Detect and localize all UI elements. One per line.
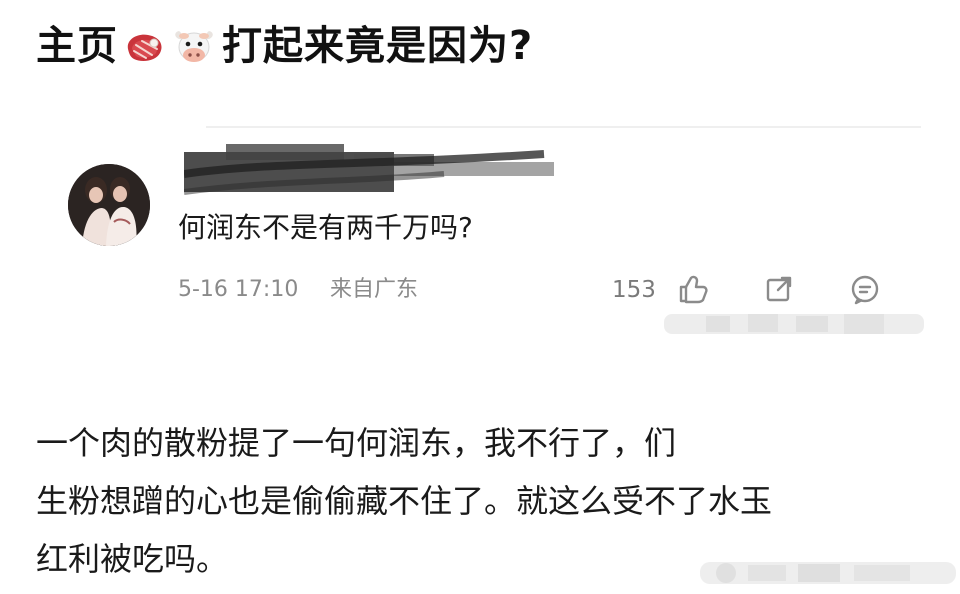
watermark-bottom-blur [700,562,956,584]
avatar[interactable] [68,164,150,246]
avatar-photo [68,164,150,246]
comment-text: 何润东不是有两千万吗? [178,211,473,244]
redacted-username [184,144,554,195]
post-title: 主页 打起来竟是因为? [36,18,533,74]
title-prefix: 主页 [36,23,118,69]
cow-face-emoji-icon [175,31,213,62]
watermark-blur [664,314,924,334]
comment-location: 来自广东 [330,277,419,302]
body-line-1: 一个肉的散粉提了一句何润东，我不行了，们 [36,424,677,462]
comment-icon[interactable] [848,272,882,306]
comment-time: 5-16 17:10 [178,277,299,302]
share-icon[interactable] [762,272,796,306]
body-line-2: 生粉想蹭的心也是偷偷藏不住了。就这么受不了水玉 [36,482,773,520]
steak-emoji-icon [127,34,162,61]
title-suffix: 打起来竟是因为? [222,23,534,69]
thumbs-up-icon[interactable] [676,272,710,306]
card-divider [206,126,921,128]
like-count: 153 [612,277,656,303]
